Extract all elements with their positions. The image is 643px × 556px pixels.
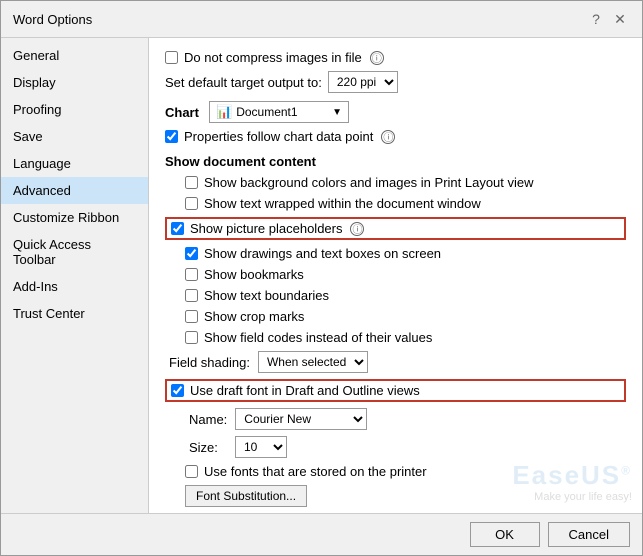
use-draft-font-label[interactable]: Use draft font in Draft and Outline view… <box>171 383 420 398</box>
do-not-compress-checkbox[interactable] <box>165 51 178 64</box>
crop-marks-row: Show crop marks <box>165 309 626 324</box>
dialog-body: GeneralDisplayProofingSaveLanguageAdvanc… <box>1 38 642 513</box>
font-substitution-container: Font Substitution... <box>185 485 626 507</box>
use-fonts-stored-text: Use fonts that are stored on the printer <box>204 464 427 479</box>
sidebar-item-add-ins[interactable]: Add-Ins <box>1 273 148 300</box>
use-fonts-stored-label[interactable]: Use fonts that are stored on the printer <box>185 464 427 479</box>
do-not-compress-row: Do not compress images in file ⓘ <box>165 50 626 65</box>
font-name-select[interactable]: Courier New Arial Times New Roman <box>236 409 366 429</box>
bg-colors-text: Show background colors and images in Pri… <box>204 175 534 190</box>
font-substitution-button[interactable]: Font Substitution... <box>185 485 307 507</box>
cancel-button[interactable]: Cancel <box>548 522 630 547</box>
field-shading-label: Field shading: <box>169 355 250 370</box>
text-wrapped-label[interactable]: Show text wrapped within the document wi… <box>185 196 481 211</box>
do-not-compress-text: Do not compress images in file <box>184 50 362 65</box>
properties-follow-row: Properties follow chart data point ⓘ <box>165 129 626 144</box>
sidebar-item-save[interactable]: Save <box>1 123 148 150</box>
bookmarks-row: Show bookmarks <box>165 267 626 282</box>
compress-info-icon: ⓘ <box>370 51 384 65</box>
sidebar-item-language[interactable]: Language <box>1 150 148 177</box>
use-fonts-stored-row: Use fonts that are stored on the printer <box>165 464 626 479</box>
drawings-text: Show drawings and text boxes on screen <box>204 246 441 261</box>
properties-follow-text: Properties follow chart data point <box>184 129 373 144</box>
word-options-dialog: Word Options ? ✕ GeneralDisplayProofingS… <box>0 0 643 556</box>
text-boundaries-checkbox[interactable] <box>185 289 198 302</box>
field-shading-row: Field shading: Never When selected Alway… <box>169 351 626 373</box>
properties-follow-checkbox[interactable] <box>165 130 178 143</box>
text-boundaries-text: Show text boundaries <box>204 288 329 303</box>
crop-marks-label[interactable]: Show crop marks <box>185 309 304 324</box>
field-codes-checkbox[interactable] <box>185 331 198 344</box>
sidebar-item-display[interactable]: Display <box>1 69 148 96</box>
use-fonts-stored-checkbox[interactable] <box>185 465 198 478</box>
title-bar-buttons: ? ✕ <box>586 9 630 29</box>
ppi-select-container: 96 ppi 150 ppi 220 ppi 330 ppi <box>328 71 398 93</box>
do-not-compress-label[interactable]: Do not compress images in file ⓘ <box>165 50 384 65</box>
sidebar-item-advanced[interactable]: Advanced <box>1 177 148 204</box>
bg-colors-label[interactable]: Show background colors and images in Pri… <box>185 175 534 190</box>
text-boundaries-row: Show text boundaries <box>165 288 626 303</box>
chart-value: Document1 <box>236 105 328 119</box>
picture-placeholders-label[interactable]: Show picture placeholders ⓘ <box>171 221 364 236</box>
bookmarks-label[interactable]: Show bookmarks <box>185 267 304 282</box>
sidebar-item-quick-access[interactable]: Quick Access Toolbar <box>1 231 148 273</box>
text-wrapped-checkbox[interactable] <box>185 197 198 210</box>
use-draft-font-row: Use draft font in Draft and Outline view… <box>165 379 626 402</box>
sidebar-item-trust-center[interactable]: Trust Center <box>1 300 148 327</box>
set-default-target-row: Set default target output to: 96 ppi 150… <box>165 71 626 93</box>
sidebar-item-general[interactable]: General <box>1 42 148 69</box>
drawings-label[interactable]: Show drawings and text boxes on screen <box>185 246 441 261</box>
field-shading-select[interactable]: Never When selected Always <box>259 352 367 372</box>
properties-info-icon: ⓘ <box>381 130 395 144</box>
dialog-footer: OK Cancel <box>1 513 642 555</box>
crop-marks-checkbox[interactable] <box>185 310 198 323</box>
chart-icon: 📊 <box>216 104 232 120</box>
chart-label-text: Chart <box>165 105 201 120</box>
font-name-row: Name: Courier New Arial Times New Roman <box>189 408 626 430</box>
use-draft-font-checkbox[interactable] <box>171 384 184 397</box>
chart-row: Chart 📊 Document1 ▼ <box>165 101 626 123</box>
sidebar-item-customize-ribbon[interactable]: Customize Ribbon <box>1 204 148 231</box>
crop-marks-text: Show crop marks <box>204 309 304 324</box>
picture-placeholders-checkbox[interactable] <box>171 222 184 235</box>
use-draft-font-text: Use draft font in Draft and Outline view… <box>190 383 420 398</box>
set-default-target-label: Set default target output to: <box>165 75 322 90</box>
drawings-row: Show drawings and text boxes on screen <box>165 246 626 261</box>
font-size-select[interactable]: 8 9 10 11 12 <box>236 437 286 457</box>
text-wrapped-row: Show text wrapped within the document wi… <box>165 196 626 211</box>
font-size-row: Size: 8 9 10 11 12 <box>189 436 626 458</box>
drawings-checkbox[interactable] <box>185 247 198 260</box>
dialog-title: Word Options <box>13 12 92 27</box>
close-button[interactable]: ✕ <box>610 9 630 29</box>
sidebar-item-proofing[interactable]: Proofing <box>1 96 148 123</box>
picture-placeholders-text: Show picture placeholders <box>190 221 342 236</box>
font-size-select-container: 8 9 10 11 12 <box>235 436 287 458</box>
field-codes-text: Show field codes instead of their values <box>204 330 432 345</box>
sidebar: GeneralDisplayProofingSaveLanguageAdvanc… <box>1 38 149 513</box>
text-boundaries-label[interactable]: Show text boundaries <box>185 288 329 303</box>
field-shading-select-container: Never When selected Always <box>258 351 368 373</box>
show-document-content-header: Show document content <box>165 154 626 169</box>
bg-colors-checkbox[interactable] <box>185 176 198 189</box>
chart-dropdown-arrow: ▼ <box>332 107 342 118</box>
picture-placeholders-info-icon: ⓘ <box>350 222 364 236</box>
help-button[interactable]: ? <box>586 9 606 29</box>
ppi-select[interactable]: 96 ppi 150 ppi 220 ppi 330 ppi <box>329 72 397 92</box>
title-bar: Word Options ? ✕ <box>1 1 642 38</box>
ok-button[interactable]: OK <box>470 522 540 547</box>
picture-placeholders-row: Show picture placeholders ⓘ <box>165 217 626 240</box>
content-area: Do not compress images in file ⓘ Set def… <box>149 38 642 513</box>
font-name-label: Name: <box>189 412 227 427</box>
field-codes-row: Show field codes instead of their values <box>165 330 626 345</box>
bookmarks-text: Show bookmarks <box>204 267 304 282</box>
bg-colors-row: Show background colors and images in Pri… <box>165 175 626 190</box>
text-wrapped-text: Show text wrapped within the document wi… <box>204 196 481 211</box>
bookmarks-checkbox[interactable] <box>185 268 198 281</box>
font-size-label: Size: <box>189 440 227 455</box>
properties-follow-label[interactable]: Properties follow chart data point ⓘ <box>165 129 395 144</box>
chart-dropdown[interactable]: 📊 Document1 ▼ <box>209 101 349 123</box>
field-codes-label[interactable]: Show field codes instead of their values <box>185 330 432 345</box>
font-name-select-container: Courier New Arial Times New Roman <box>235 408 367 430</box>
